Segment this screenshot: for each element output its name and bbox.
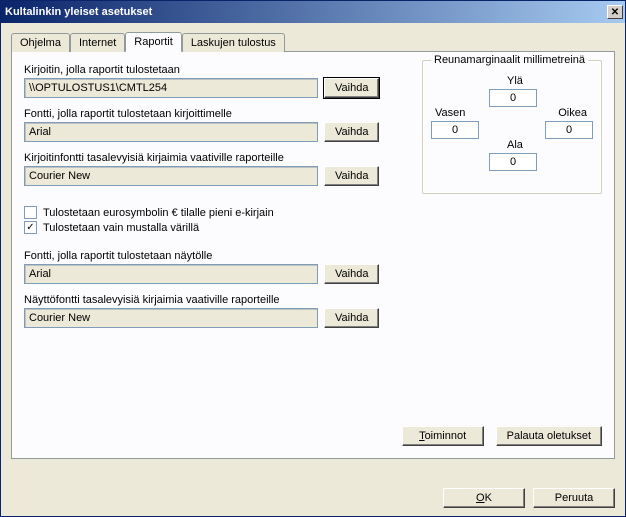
tab-laskujen-tulostus[interactable]: Laskujen tulostus [182, 33, 285, 52]
change-printer-font-button[interactable]: Vaihda [324, 122, 379, 142]
tab-label: Internet [79, 37, 116, 49]
margin-top-input[interactable]: 0 [489, 89, 537, 107]
restore-defaults-button[interactable]: Palauta oletukset [496, 426, 602, 446]
black-checkbox-row[interactable]: ✓ Tulostetaan vain mustalla värillä [24, 221, 384, 234]
margin-top-value: 0 [510, 92, 516, 104]
tab-label: Raportit [134, 36, 173, 48]
printer-label: Kirjoitin, jolla raportit tulostetaan [24, 64, 384, 76]
button-label: OK [476, 492, 492, 504]
change-printer-mono-button[interactable]: Vaihda [324, 166, 379, 186]
content-area: Ohjelma Internet Raportit Laskujen tulos… [1, 23, 625, 482]
printer-font-field: Arial [24, 122, 318, 142]
ok-button[interactable]: OK [443, 488, 525, 508]
window-title: Kultalinkin yleiset asetukset [5, 6, 605, 18]
screen-mono-field: Courier New [24, 308, 318, 328]
tab-panel: Kirjoitin, jolla raportit tulostetaan \\… [11, 51, 615, 459]
tab-internet[interactable]: Internet [70, 33, 125, 52]
margins-groupbox: Reunamarginaalit millimetreinä Ylä 0 Vas… [422, 60, 602, 194]
tab-strip: Ohjelma Internet Raportit Laskujen tulos… [11, 31, 615, 52]
button-label: Palauta oletukset [507, 430, 591, 442]
screen-mono-label: Näyttöfontti tasalevyisiä kirjaimia vaat… [24, 294, 384, 306]
euro-checkbox-label: Tulostetaan eurosymbolin € tilalle pieni… [43, 207, 274, 219]
margin-right-value: 0 [566, 124, 572, 136]
tab-label: Laskujen tulostus [191, 37, 276, 49]
tab-label: Ohjelma [20, 37, 61, 49]
margin-right-input[interactable]: 0 [545, 121, 593, 139]
printer-mono-label: Kirjoitinfontti tasalevyisiä kirjaimia v… [24, 152, 384, 164]
button-label: Toiminnot [419, 430, 466, 442]
button-label: Vaihda [335, 170, 368, 182]
printer-mono-value: Courier New [29, 170, 90, 182]
button-label: Vaihda [335, 126, 368, 138]
euro-checkbox[interactable] [24, 206, 37, 219]
margin-left-label: Vasen [435, 107, 465, 119]
cancel-button[interactable]: Peruuta [533, 488, 615, 508]
screen-mono-value: Courier New [29, 312, 90, 324]
printer-mono-field: Courier New [24, 166, 318, 186]
margin-bottom-value: 0 [510, 156, 516, 168]
black-checkbox[interactable]: ✓ [24, 221, 37, 234]
button-label: Vaihda [335, 82, 368, 94]
screen-font-label: Fontti, jolla raportit tulostetaan näytö… [24, 250, 384, 262]
screen-font-value: Arial [29, 268, 51, 280]
margin-bottom-label: Ala [507, 139, 523, 151]
margin-top-label: Ylä [507, 75, 523, 87]
tab-ohjelma[interactable]: Ohjelma [11, 33, 70, 52]
titlebar: Kultalinkin yleiset asetukset ✕ [1, 1, 625, 23]
printer-value: \\OPTULOSTUS1\CMTL254 [29, 82, 167, 94]
margin-right-label: Oikea [558, 107, 587, 119]
euro-checkbox-row[interactable]: Tulostetaan eurosymbolin € tilalle pieni… [24, 206, 384, 219]
dialog-window: Kultalinkin yleiset asetukset ✕ Ohjelma … [0, 0, 626, 517]
dialog-buttons: OK Peruuta [1, 482, 625, 516]
margin-bottom-input[interactable]: 0 [489, 153, 537, 171]
margin-left-value: 0 [452, 124, 458, 136]
change-printer-button[interactable]: Vaihda [324, 78, 379, 98]
button-label: Peruuta [555, 492, 594, 504]
button-label: Vaihda [335, 268, 368, 280]
change-screen-font-button[interactable]: Vaihda [324, 264, 379, 284]
margin-left-input[interactable]: 0 [431, 121, 479, 139]
black-checkbox-label: Tulostetaan vain mustalla värillä [43, 222, 199, 234]
actions-button[interactable]: Toiminnot [402, 426, 484, 446]
printer-field: \\OPTULOSTUS1\CMTL254 [24, 78, 318, 98]
tab-raportit[interactable]: Raportit [125, 32, 182, 52]
printer-font-value: Arial [29, 126, 51, 138]
printer-font-label: Fontti, jolla raportit tulostetaan kirjo… [24, 108, 384, 120]
button-label: Vaihda [335, 312, 368, 324]
screen-font-field: Arial [24, 264, 318, 284]
change-screen-mono-button[interactable]: Vaihda [324, 308, 379, 328]
close-icon[interactable]: ✕ [607, 5, 623, 19]
